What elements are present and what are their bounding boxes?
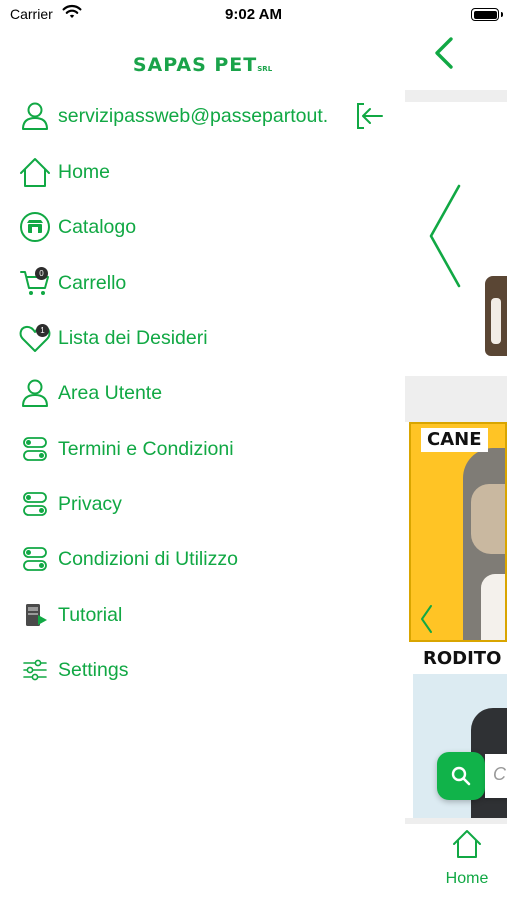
drawer-item-label: Condizioni di Utilizzo: [58, 548, 238, 570]
category-label-cane: CANE: [421, 428, 488, 452]
status-bar: Carrier 9:02 AM: [0, 0, 507, 30]
search-placeholder: C: [493, 764, 506, 784]
toggle-icon: [19, 433, 51, 465]
app-screen: Carrier 9:02 AM CANE RODITO C Home SAPAS…: [0, 0, 507, 900]
search-icon: [451, 766, 471, 786]
carousel-prev-icon[interactable]: [419, 604, 433, 634]
wishlist-badge: 1: [36, 324, 49, 337]
toggle-icon: [19, 543, 51, 575]
slider-prev-icon[interactable]: [427, 184, 463, 288]
sliders-icon: [19, 654, 51, 686]
drawer-item-label: Catalogo: [58, 216, 137, 238]
cart-badge: 0: [35, 267, 48, 280]
battery-icon: [471, 8, 503, 21]
tutorial-icon: [19, 599, 51, 631]
heart-icon: 1: [19, 322, 51, 354]
brand-logo: SAPAS PETSRL: [0, 54, 405, 76]
drawer-item-wishlist[interactable]: 1 Lista dei Desideri: [0, 316, 405, 360]
drawer-item-label: Carrello: [58, 272, 127, 294]
drawer-item-catalogo[interactable]: Catalogo: [0, 205, 405, 249]
drawer-item-settings[interactable]: Settings: [0, 648, 405, 692]
search-input[interactable]: C: [485, 754, 507, 798]
drawer-item-label: Settings: [58, 659, 129, 681]
side-drawer: SAPAS PETSRL servizipassweb@passepartout…: [0, 30, 405, 900]
toggle-icon: [19, 488, 51, 520]
search-button[interactable]: [437, 752, 485, 800]
drawer-item-label: Home: [58, 161, 111, 183]
account-row[interactable]: servizipassweb@passepartout.: [0, 94, 405, 138]
brand-name: SAPAS PET: [132, 54, 258, 76]
account-email: servizipassweb@passepartout.: [58, 105, 329, 127]
drawer-item-carrello[interactable]: 0 Carrello: [0, 261, 405, 305]
clock: 9:02 AM: [225, 6, 282, 23]
main-content: CANE RODITO C Home: [405, 30, 507, 900]
drawer-item-label: Area Utente: [58, 382, 163, 404]
drawer-item-privacy[interactable]: Privacy: [0, 482, 405, 526]
home-icon: [19, 156, 51, 188]
banner-image: [485, 276, 507, 356]
user-icon: [19, 377, 51, 409]
nav-divider: [405, 90, 507, 102]
drawer-item-tutorial[interactable]: Tutorial: [0, 593, 405, 637]
drawer-item-label: Tutorial: [58, 604, 123, 626]
drawer-item-label: Termini e Condizioni: [58, 438, 234, 460]
home-tab-icon: [453, 830, 481, 858]
category-label-roditori[interactable]: RODITO: [409, 644, 507, 674]
drawer-item-label: Lista dei Desideri: [58, 327, 208, 349]
back-chevron-icon[interactable]: [433, 36, 455, 70]
section-divider: [405, 376, 507, 422]
shop-icon: [19, 211, 51, 243]
drawer-item-termini[interactable]: Termini e Condizioni: [0, 427, 405, 471]
drawer-item-label: Privacy: [58, 493, 122, 515]
drawer-item-area-utente[interactable]: Area Utente: [0, 371, 405, 415]
logout-icon[interactable]: [354, 100, 386, 132]
tab-home[interactable]: Home: [445, 826, 489, 892]
drawer-item-home[interactable]: Home: [0, 150, 405, 194]
drawer-item-condizioni-utilizzo[interactable]: Condizioni di Utilizzo: [0, 537, 405, 581]
cart-icon: 0: [19, 267, 51, 299]
user-icon: [19, 100, 51, 132]
brand-suffix: SRL: [257, 65, 273, 73]
tab-home-label: Home: [445, 870, 489, 887]
